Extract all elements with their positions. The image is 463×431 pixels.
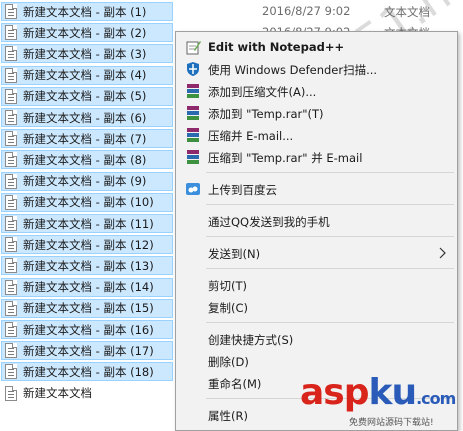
file-name: 新建文本文档 - 副本 (13) xyxy=(23,258,154,273)
menu-separator xyxy=(206,268,454,269)
text-file-icon xyxy=(5,300,17,316)
winrar-icon xyxy=(185,149,201,165)
text-file-icon xyxy=(5,173,17,189)
logo-subtitle: 免费网站源码下载站! xyxy=(349,418,434,428)
menu-separator xyxy=(206,204,454,205)
logo-suffix: .com xyxy=(416,389,456,408)
file-name: 新建文本文档 - 副本 (2) xyxy=(23,25,147,40)
menu-label: Edit with Notepad++ xyxy=(208,40,345,54)
menu-compress-email[interactable]: 压缩并 E-mail... xyxy=(178,124,455,146)
menu-label: 创建快捷方式(S) xyxy=(208,333,294,347)
file-name: 新建文本文档 - 副本 (8) xyxy=(23,152,147,167)
file-name: 新建文本文档 - 副本 (10) xyxy=(23,195,154,210)
winrar-icon xyxy=(185,127,201,143)
text-file-icon xyxy=(5,152,17,168)
menu-add-to-archive[interactable]: 添加到压缩文件(A)... xyxy=(178,80,455,102)
shield-icon xyxy=(185,61,201,77)
text-file-icon xyxy=(5,258,17,274)
chevron-right-icon xyxy=(439,247,447,262)
text-file-icon xyxy=(5,88,17,104)
text-file-icon xyxy=(5,110,17,125)
menu-label: 上传到百度云 xyxy=(208,183,277,197)
site-logo: aspku.com xyxy=(300,372,456,413)
file-name: 新建文本文档 - 副本 (9) xyxy=(23,174,147,189)
text-file-icon xyxy=(5,343,17,359)
menu-label: 属性(R) xyxy=(208,409,248,423)
menu-label: 使用 Windows Defender扫描... xyxy=(208,63,378,77)
file-name: 新建文本文档 - 副本 (7) xyxy=(23,131,147,146)
notepad-icon xyxy=(185,39,201,55)
menu-label: 压缩并 E-mail... xyxy=(208,129,294,143)
menu-defender-scan[interactable]: 使用 Windows Defender扫描... xyxy=(178,58,455,80)
file-name: 新建文本文档 - 副本 (4) xyxy=(23,68,147,83)
menu-create-shortcut[interactable]: 创建快捷方式(S) xyxy=(178,328,455,350)
text-file-icon xyxy=(5,364,17,380)
file-date: 2016/8/27 9:02 xyxy=(262,4,351,18)
file-name: 新建文本文档 - 副本 (18) xyxy=(23,364,154,379)
winrar-icon xyxy=(185,83,201,99)
menu-compress-temp-email[interactable]: 压缩到 "Temp.rar" 并 E-mail xyxy=(178,146,455,168)
menu-label: 添加到 "Temp.rar"(T) xyxy=(208,107,324,121)
menu-label: 剪切(T) xyxy=(208,279,247,293)
menu-separator xyxy=(206,172,454,173)
menu-separator xyxy=(206,322,454,323)
file-name: 新建文本文档 - 副本 (15) xyxy=(23,301,154,316)
logo-part1: asp xyxy=(300,372,369,413)
text-file-icon xyxy=(5,25,17,41)
menu-edit-with-notepad[interactable]: Edit with Notepad++ xyxy=(178,36,455,58)
menu-qq-send[interactable]: 通过QQ发送到我的手机 xyxy=(178,210,455,232)
text-file-icon xyxy=(5,216,17,231)
menu-label: 重命名(M) xyxy=(208,377,262,391)
text-file-icon xyxy=(5,237,17,253)
file-name: 新建文本文档 - 副本 (14) xyxy=(23,280,154,295)
text-file-icon xyxy=(5,67,17,83)
text-file-icon xyxy=(5,279,17,295)
menu-upload-baidu[interactable]: 上传到百度云 xyxy=(178,178,455,200)
file-name: 新建文本文档 - 副本 (16) xyxy=(23,322,154,337)
text-file-icon xyxy=(5,385,17,401)
menu-label: 通过QQ发送到我的手机 xyxy=(208,215,330,229)
menu-label: 压缩到 "Temp.rar" 并 E-mail xyxy=(208,151,363,165)
menu-label: 删除(D) xyxy=(208,355,249,369)
menu-label: 复制(C) xyxy=(208,301,249,315)
file-name: 新建文本文档 xyxy=(23,386,92,401)
file-name: 新建文本文档 - 副本 (3) xyxy=(23,46,147,61)
text-file-icon xyxy=(5,4,17,19)
file-name: 新建文本文档 - 副本 (6) xyxy=(23,110,147,125)
menu-copy[interactable]: 复制(C) xyxy=(178,296,455,318)
text-file-icon xyxy=(5,46,17,62)
text-file-icon xyxy=(5,194,17,210)
menu-label: 添加到压缩文件(A)... xyxy=(208,85,317,99)
file-name: 新建文本文档 - 副本 (11) xyxy=(23,216,154,231)
file-name: 新建文本文档 - 副本 (5) xyxy=(23,89,147,104)
winrar-icon xyxy=(185,105,201,121)
cloud-icon xyxy=(185,181,201,197)
menu-cut[interactable]: 剪切(T) xyxy=(178,274,455,296)
text-file-icon xyxy=(5,131,17,147)
menu-add-to-temp-rar[interactable]: 添加到 "Temp.rar"(T) xyxy=(178,102,455,124)
text-file-icon xyxy=(5,322,17,337)
menu-separator xyxy=(206,236,454,237)
file-name: 新建文本文档 - 副本 (17) xyxy=(23,343,154,358)
menu-label: 发送到(N) xyxy=(208,247,261,261)
context-menu: Edit with Notepad++ 使用 Windows Defender扫… xyxy=(175,31,458,431)
menu-delete[interactable]: 删除(D) xyxy=(178,350,455,372)
menu-send-to[interactable]: 发送到(N) xyxy=(178,242,455,264)
logo-part2: ku xyxy=(368,372,418,413)
file-name: 新建文本文档 - 副本 (1) xyxy=(23,4,147,19)
file-name: 新建文本文档 - 副本 (12) xyxy=(23,237,154,252)
